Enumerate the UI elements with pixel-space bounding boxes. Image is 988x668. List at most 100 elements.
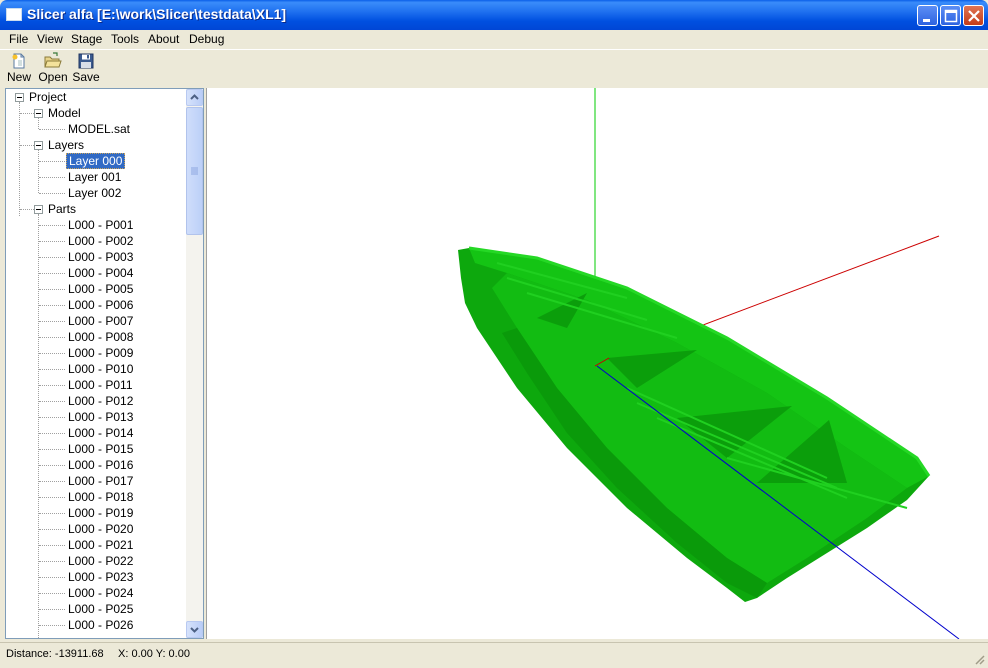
open-button[interactable]: Open — [38, 52, 68, 86]
expander-model[interactable] — [34, 109, 43, 118]
tree-guide — [38, 118, 39, 129]
resize-grip-icon[interactable] — [973, 653, 985, 665]
save-button[interactable]: Save — [72, 52, 100, 86]
tree-guide — [39, 529, 65, 530]
tree-guide — [19, 102, 20, 216]
scroll-down-button[interactable] — [186, 621, 203, 638]
menu-about[interactable]: About — [148, 32, 179, 46]
window-title: Slicer alfa [E:\work\Slicer\testdata\XL1… — [27, 6, 287, 22]
tree-guide — [39, 241, 65, 242]
tree-node-part[interactable]: L000 - P005 — [68, 281, 133, 297]
tree-node-part[interactable]: L000 - P012 — [68, 393, 133, 409]
tree-node-part[interactable]: L000 - P021 — [68, 537, 133, 553]
tree-guide — [39, 625, 65, 626]
maximize-button[interactable] — [940, 5, 961, 26]
tree-guide — [39, 273, 65, 274]
tree-node-part[interactable]: L000 - P020 — [68, 521, 133, 537]
tree-guide — [39, 257, 65, 258]
menu-stage[interactable]: Stage — [71, 32, 102, 46]
expander-parts[interactable] — [34, 205, 43, 214]
tree-node-part[interactable]: L000 - P007 — [68, 313, 133, 329]
tree-guide — [39, 609, 65, 610]
tree-node-part[interactable]: L000 - P016 — [68, 457, 133, 473]
tree-node-part[interactable]: L000 - P024 — [68, 585, 133, 601]
tree-node-parts[interactable]: Parts — [48, 201, 76, 217]
tree-node-project[interactable]: Project — [29, 89, 66, 105]
tree-node-part[interactable]: L000 - P002 — [68, 233, 133, 249]
boat-hull-model — [458, 246, 931, 602]
3d-viewport[interactable] — [206, 88, 988, 639]
new-label: New — [6, 70, 31, 84]
tree-guide — [39, 513, 65, 514]
status-bar: Distance: -13911.68 X: 0.00 Y: 0.00 — [0, 642, 988, 668]
tree-node-part[interactable]: L000 - P019 — [68, 505, 133, 521]
tree-node-part[interactable]: L000 - P004 — [68, 265, 133, 281]
scroll-up-button[interactable] — [186, 89, 203, 106]
close-button[interactable] — [963, 5, 984, 26]
tree-node-part[interactable]: L000 - P015 — [68, 441, 133, 457]
title-bar[interactable]: Slicer alfa [E:\work\Slicer\testdata\XL1… — [0, 0, 988, 30]
tree-node-part[interactable]: L000 - P025 — [68, 601, 133, 617]
app-window: Slicer alfa [E:\work\Slicer\testdata\XL1… — [0, 0, 988, 668]
tree-guide — [39, 305, 65, 306]
tree-guide — [20, 113, 34, 114]
tree-node-part[interactable]: L000 - P023 — [68, 569, 133, 585]
tree-node-model-file[interactable]: MODEL.sat — [68, 121, 130, 137]
project-tree[interactable]: Project Model MODEL.sat Layers Layer 000… — [5, 88, 204, 639]
model-scene — [458, 88, 960, 639]
new-button[interactable]: New — [6, 52, 32, 86]
tree-node-part[interactable]: L000 - P001 — [68, 217, 133, 233]
menu-tools[interactable]: Tools — [111, 32, 139, 46]
minimize-icon — [923, 19, 930, 22]
tree-guide — [39, 497, 65, 498]
chevron-up-icon — [190, 94, 199, 100]
expander-project[interactable] — [15, 93, 24, 102]
tree-node-part[interactable]: L000 - P013 — [68, 409, 133, 425]
minimize-button[interactable] — [917, 5, 938, 26]
tree-guide — [39, 401, 65, 402]
tree-node-part[interactable]: L000 - P009 — [68, 345, 133, 361]
tree-scrollbar[interactable] — [186, 89, 203, 638]
tree-guide — [39, 289, 65, 290]
menu-bar: File View Stage Tools About Debug — [0, 30, 988, 48]
scroll-thumb[interactable] — [186, 107, 203, 235]
tree-guide — [20, 209, 34, 210]
tree-node-part[interactable]: L000 - P008 — [68, 329, 133, 345]
tree-guide — [39, 545, 65, 546]
tree-node-part[interactable]: L000 - P006 — [68, 297, 133, 313]
tree-guide — [38, 214, 39, 638]
tree-node-layer-002[interactable]: Layer 002 — [68, 185, 121, 201]
chevron-down-icon — [190, 627, 199, 633]
tree-guide — [39, 561, 65, 562]
tree-guide — [38, 150, 39, 193]
expander-layers[interactable] — [34, 141, 43, 150]
tree-node-part[interactable]: L000 - P018 — [68, 489, 133, 505]
selected-layer-label: Layer 000 — [66, 153, 126, 169]
tree-guide — [20, 145, 34, 146]
tree-guide — [39, 129, 65, 130]
tree-node-part[interactable]: L000 - P022 — [68, 553, 133, 569]
tree-node-part[interactable]: L000 - P017 — [68, 473, 133, 489]
tree-node-part[interactable]: L000 - P026 — [68, 617, 133, 633]
tree-node-layer-001[interactable]: Layer 001 — [68, 169, 121, 185]
menu-debug[interactable]: Debug — [189, 32, 224, 46]
coordinate-readout: X: 0.00 Y: 0.00 — [118, 648, 190, 660]
toolbar: New Open Save — [0, 49, 988, 87]
tree-node-layers[interactable]: Layers — [48, 137, 84, 153]
tree-guide — [39, 225, 65, 226]
menu-view[interactable]: View — [37, 32, 63, 46]
tree-node-part[interactable]: L000 - P014 — [68, 425, 133, 441]
tree-guide — [39, 177, 65, 178]
menu-file[interactable]: File — [9, 32, 28, 46]
tree-node-model[interactable]: Model — [48, 105, 81, 121]
tree-node-part[interactable]: L000 - P003 — [68, 249, 133, 265]
tree-node-part[interactable]: L000 - P011 — [68, 377, 133, 393]
close-icon — [968, 10, 980, 22]
tree-node-part[interactable]: L000 - P010 — [68, 361, 133, 377]
tree-guide — [39, 369, 65, 370]
tree-guide — [39, 353, 65, 354]
tree-guide — [39, 593, 65, 594]
open-folder-icon — [44, 52, 62, 68]
tree-node-layer-000[interactable]: Layer 000 — [66, 153, 126, 169]
app-icon — [6, 8, 22, 21]
